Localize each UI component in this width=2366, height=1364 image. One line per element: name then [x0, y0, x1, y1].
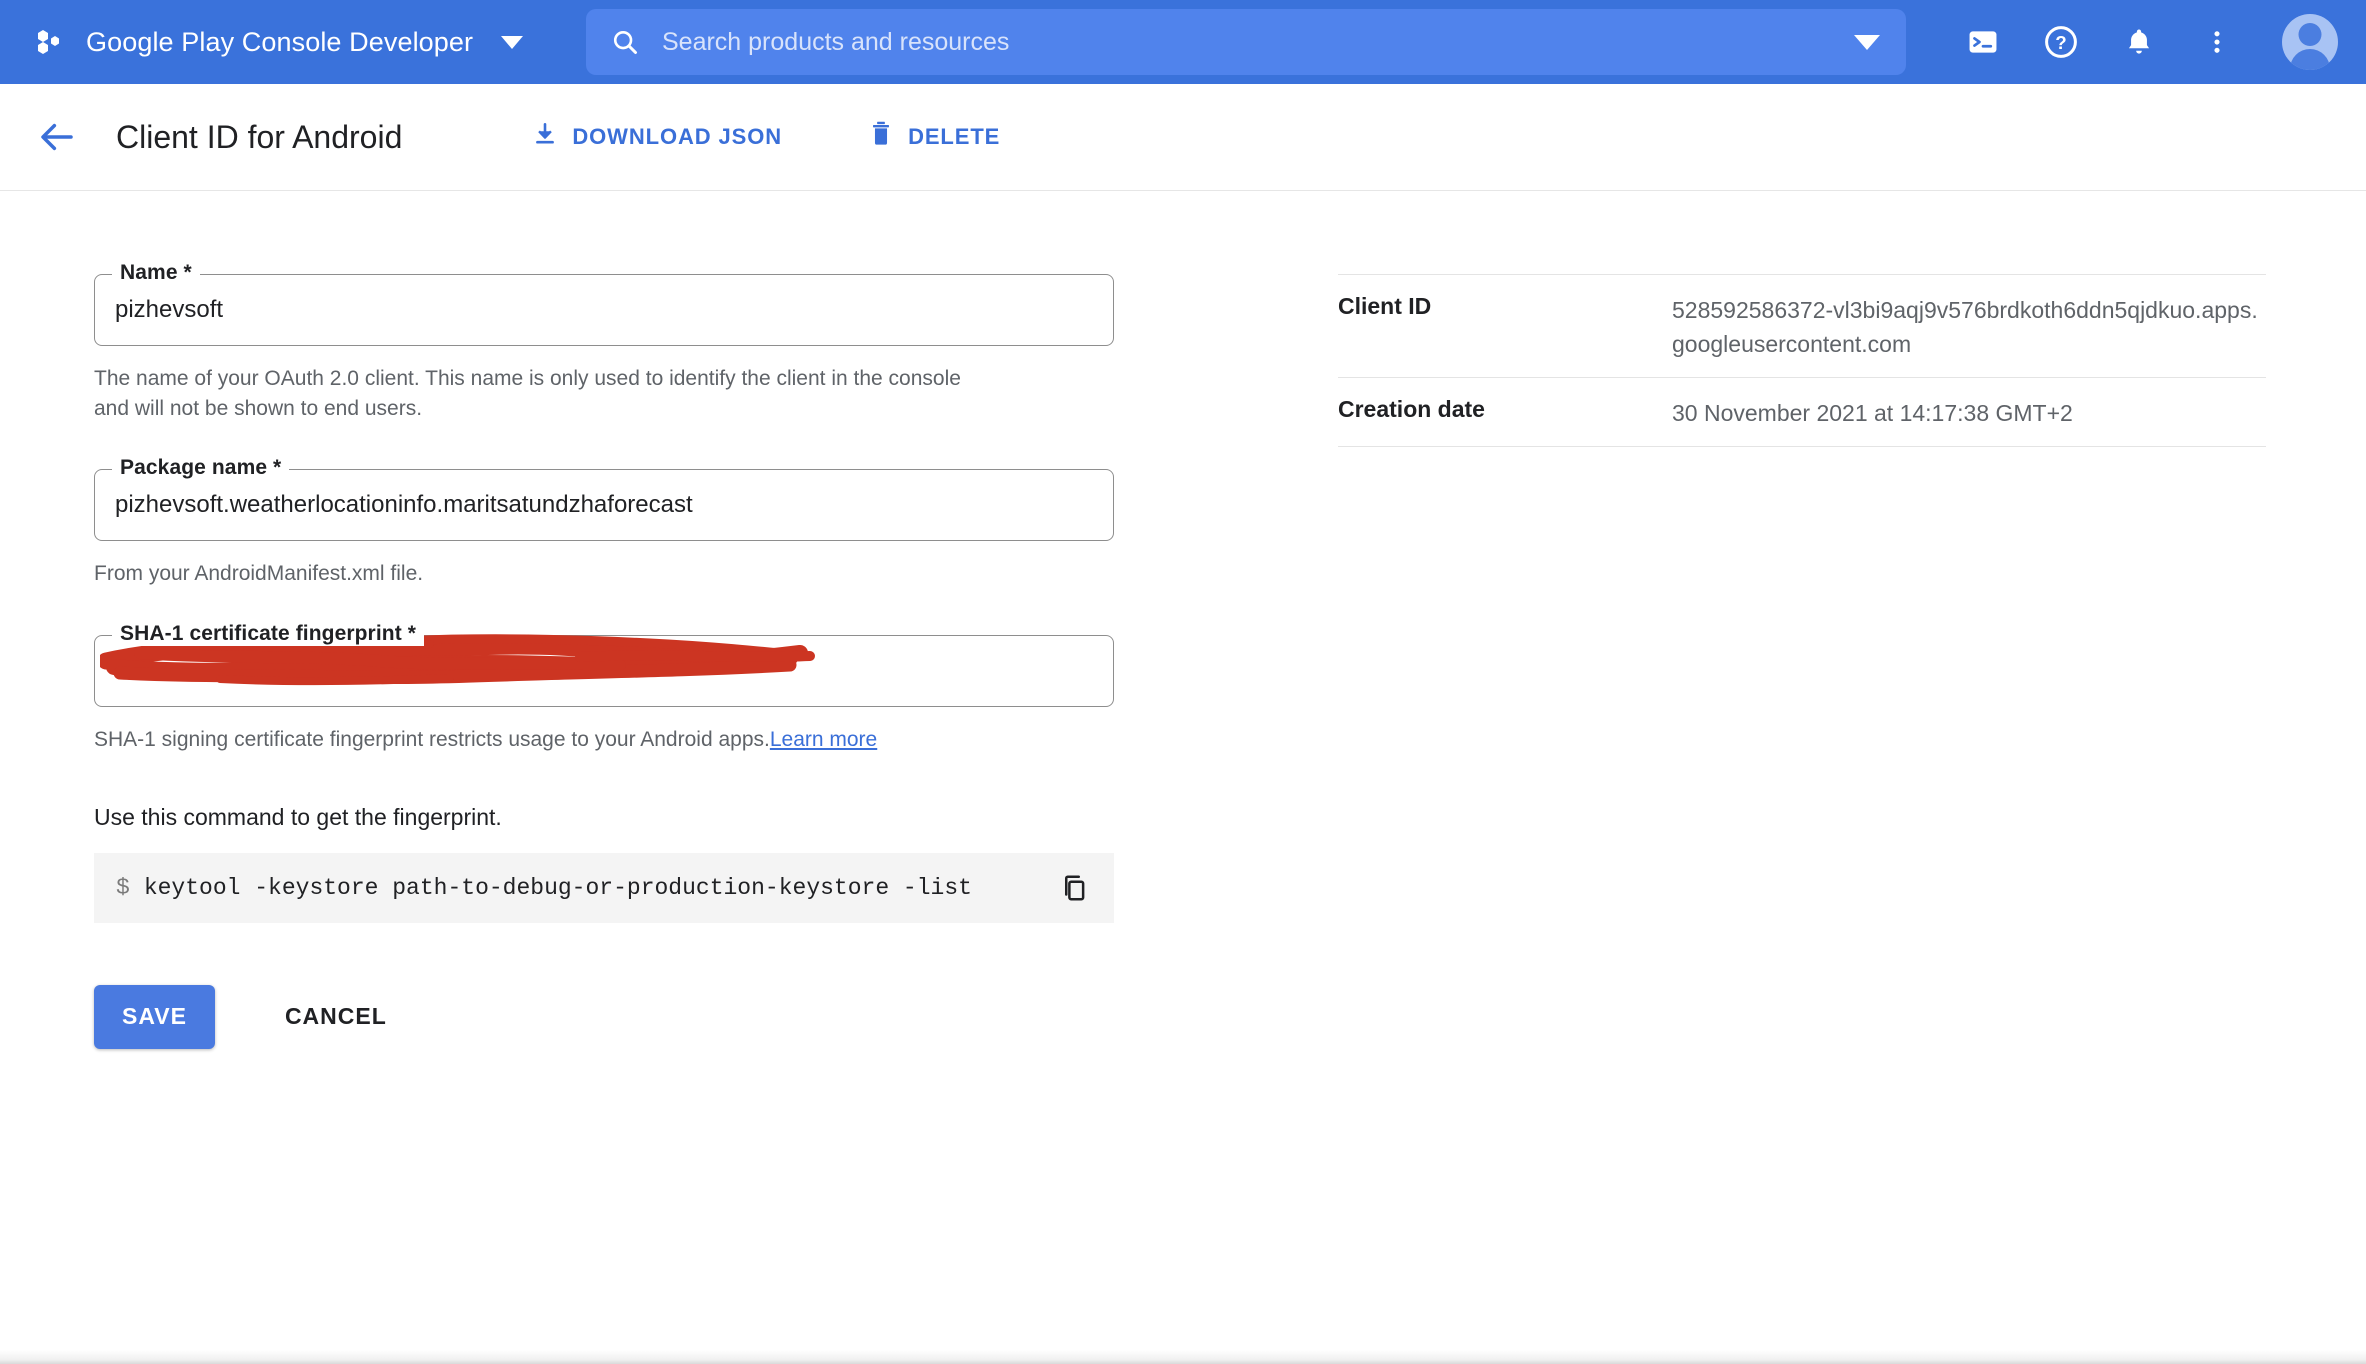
top-bar-icon-group: ? — [1964, 0, 2338, 84]
package-field-label: Package name * — [112, 455, 290, 480]
command-text: keytool -keystore path-to-debug-or-produ… — [143, 874, 972, 901]
package-field-helper: From your AndroidManifest.xml file. — [94, 561, 424, 585]
arrow-back-icon[interactable] — [34, 114, 80, 160]
name-field-helper: The name of your OAuth 2.0 client. This … — [94, 367, 961, 421]
detail-value: 30 November 2021 at 14:17:38 GMT+2 — [1672, 400, 2073, 427]
name-field-wrapper: Name * — [94, 261, 1114, 346]
download-json-button[interactable]: DOWNLOAD JSON — [532, 121, 782, 153]
cancel-button[interactable]: CANCEL — [257, 985, 415, 1049]
save-button[interactable]: SAVE — [94, 984, 215, 1049]
package-name-input[interactable] — [115, 490, 1093, 519]
detail-value: 528592586372-vl3bi9aqj9v576brdkoth6ddn5q… — [1672, 297, 2258, 358]
avatar-body — [2290, 49, 2330, 70]
sha1-field-wrapper: SHA-1 certificate fingerprint * — [94, 622, 1114, 708]
command-code-block: $ keytool -keystore path-to-debug-or-pro… — [94, 852, 1114, 923]
sha1-input[interactable] — [115, 657, 1093, 686]
shell-prompt: $ — [116, 874, 130, 901]
search-icon — [610, 27, 640, 57]
sha1-field-helper: SHA-1 signing certificate fingerprint re… — [94, 725, 994, 755]
detail-row-client-id: Client ID 528592586372-vl3bi9aqj9v576brd… — [1338, 274, 2266, 377]
top-navigation-bar: Google Play Console Developer Search pro… — [0, 0, 2366, 84]
client-form: Name * The name of your OAuth 2.0 client… — [94, 261, 1114, 1049]
name-field-label: Name * — [112, 261, 200, 285]
client-details-panel: Client ID 528592586372-vl3bi9aqj9v576brd… — [1338, 274, 2266, 448]
name-field-box[interactable] — [94, 274, 1114, 346]
search-scope-chevron-down-icon[interactable] — [1854, 34, 1880, 50]
cloud-shell-icon[interactable] — [1964, 23, 2002, 61]
delete-button[interactable]: DELETE — [868, 120, 1000, 154]
chevron-down-icon[interactable] — [501, 35, 524, 49]
page-content: Name * The name of your OAuth 2.0 client… — [0, 191, 2366, 1364]
page-bottom-edge — [0, 1350, 2366, 1364]
delete-label: DELETE — [908, 124, 1001, 149]
package-field-wrapper: Package name * — [94, 455, 1114, 541]
account-avatar[interactable] — [2282, 14, 2338, 70]
command-label: Use this command to get the fingerprint. — [94, 803, 502, 830]
more-vert-icon[interactable] — [2198, 23, 2236, 61]
google-cloud-hexagon-logo-icon — [34, 25, 68, 59]
page-title: Client ID for Android — [116, 118, 403, 155]
sha1-helper-text: SHA-1 signing certificate fingerprint re… — [94, 728, 770, 752]
detail-row-creation-date: Creation date 30 November 2021 at 14:17:… — [1338, 377, 2266, 448]
trash-icon — [868, 120, 894, 154]
page-header: Client ID for Android DOWNLOAD JSON DELE… — [0, 84, 2366, 191]
download-json-label: DOWNLOAD JSON — [572, 124, 783, 149]
sha1-field-label: SHA-1 certificate fingerprint * — [112, 622, 424, 647]
name-input[interactable] — [115, 296, 1093, 324]
command-section: Use this command to get the fingerprint.… — [94, 804, 1114, 923]
learn-more-link[interactable]: Learn more — [770, 728, 877, 751]
download-icon — [532, 121, 558, 153]
svg-text:?: ? — [2055, 32, 2066, 53]
brand-home-link[interactable]: Google Play Console Developer — [0, 0, 524, 84]
form-actions: SAVE CANCEL — [94, 984, 1114, 1049]
help-icon[interactable]: ? — [2042, 23, 2080, 61]
notifications-bell-icon[interactable] — [2120, 23, 2158, 61]
global-search-bar[interactable] — [586, 9, 1906, 75]
copy-icon[interactable] — [1058, 871, 1092, 905]
avatar-head — [2298, 23, 2322, 46]
brand-title: Google Play Console Developer — [86, 26, 474, 57]
search-input[interactable] — [662, 12, 1854, 72]
page-root: Google Play Console Developer Search pro… — [0, 0, 2366, 1364]
detail-key: Creation date — [1338, 396, 1485, 423]
detail-key: Client ID — [1338, 293, 1432, 319]
